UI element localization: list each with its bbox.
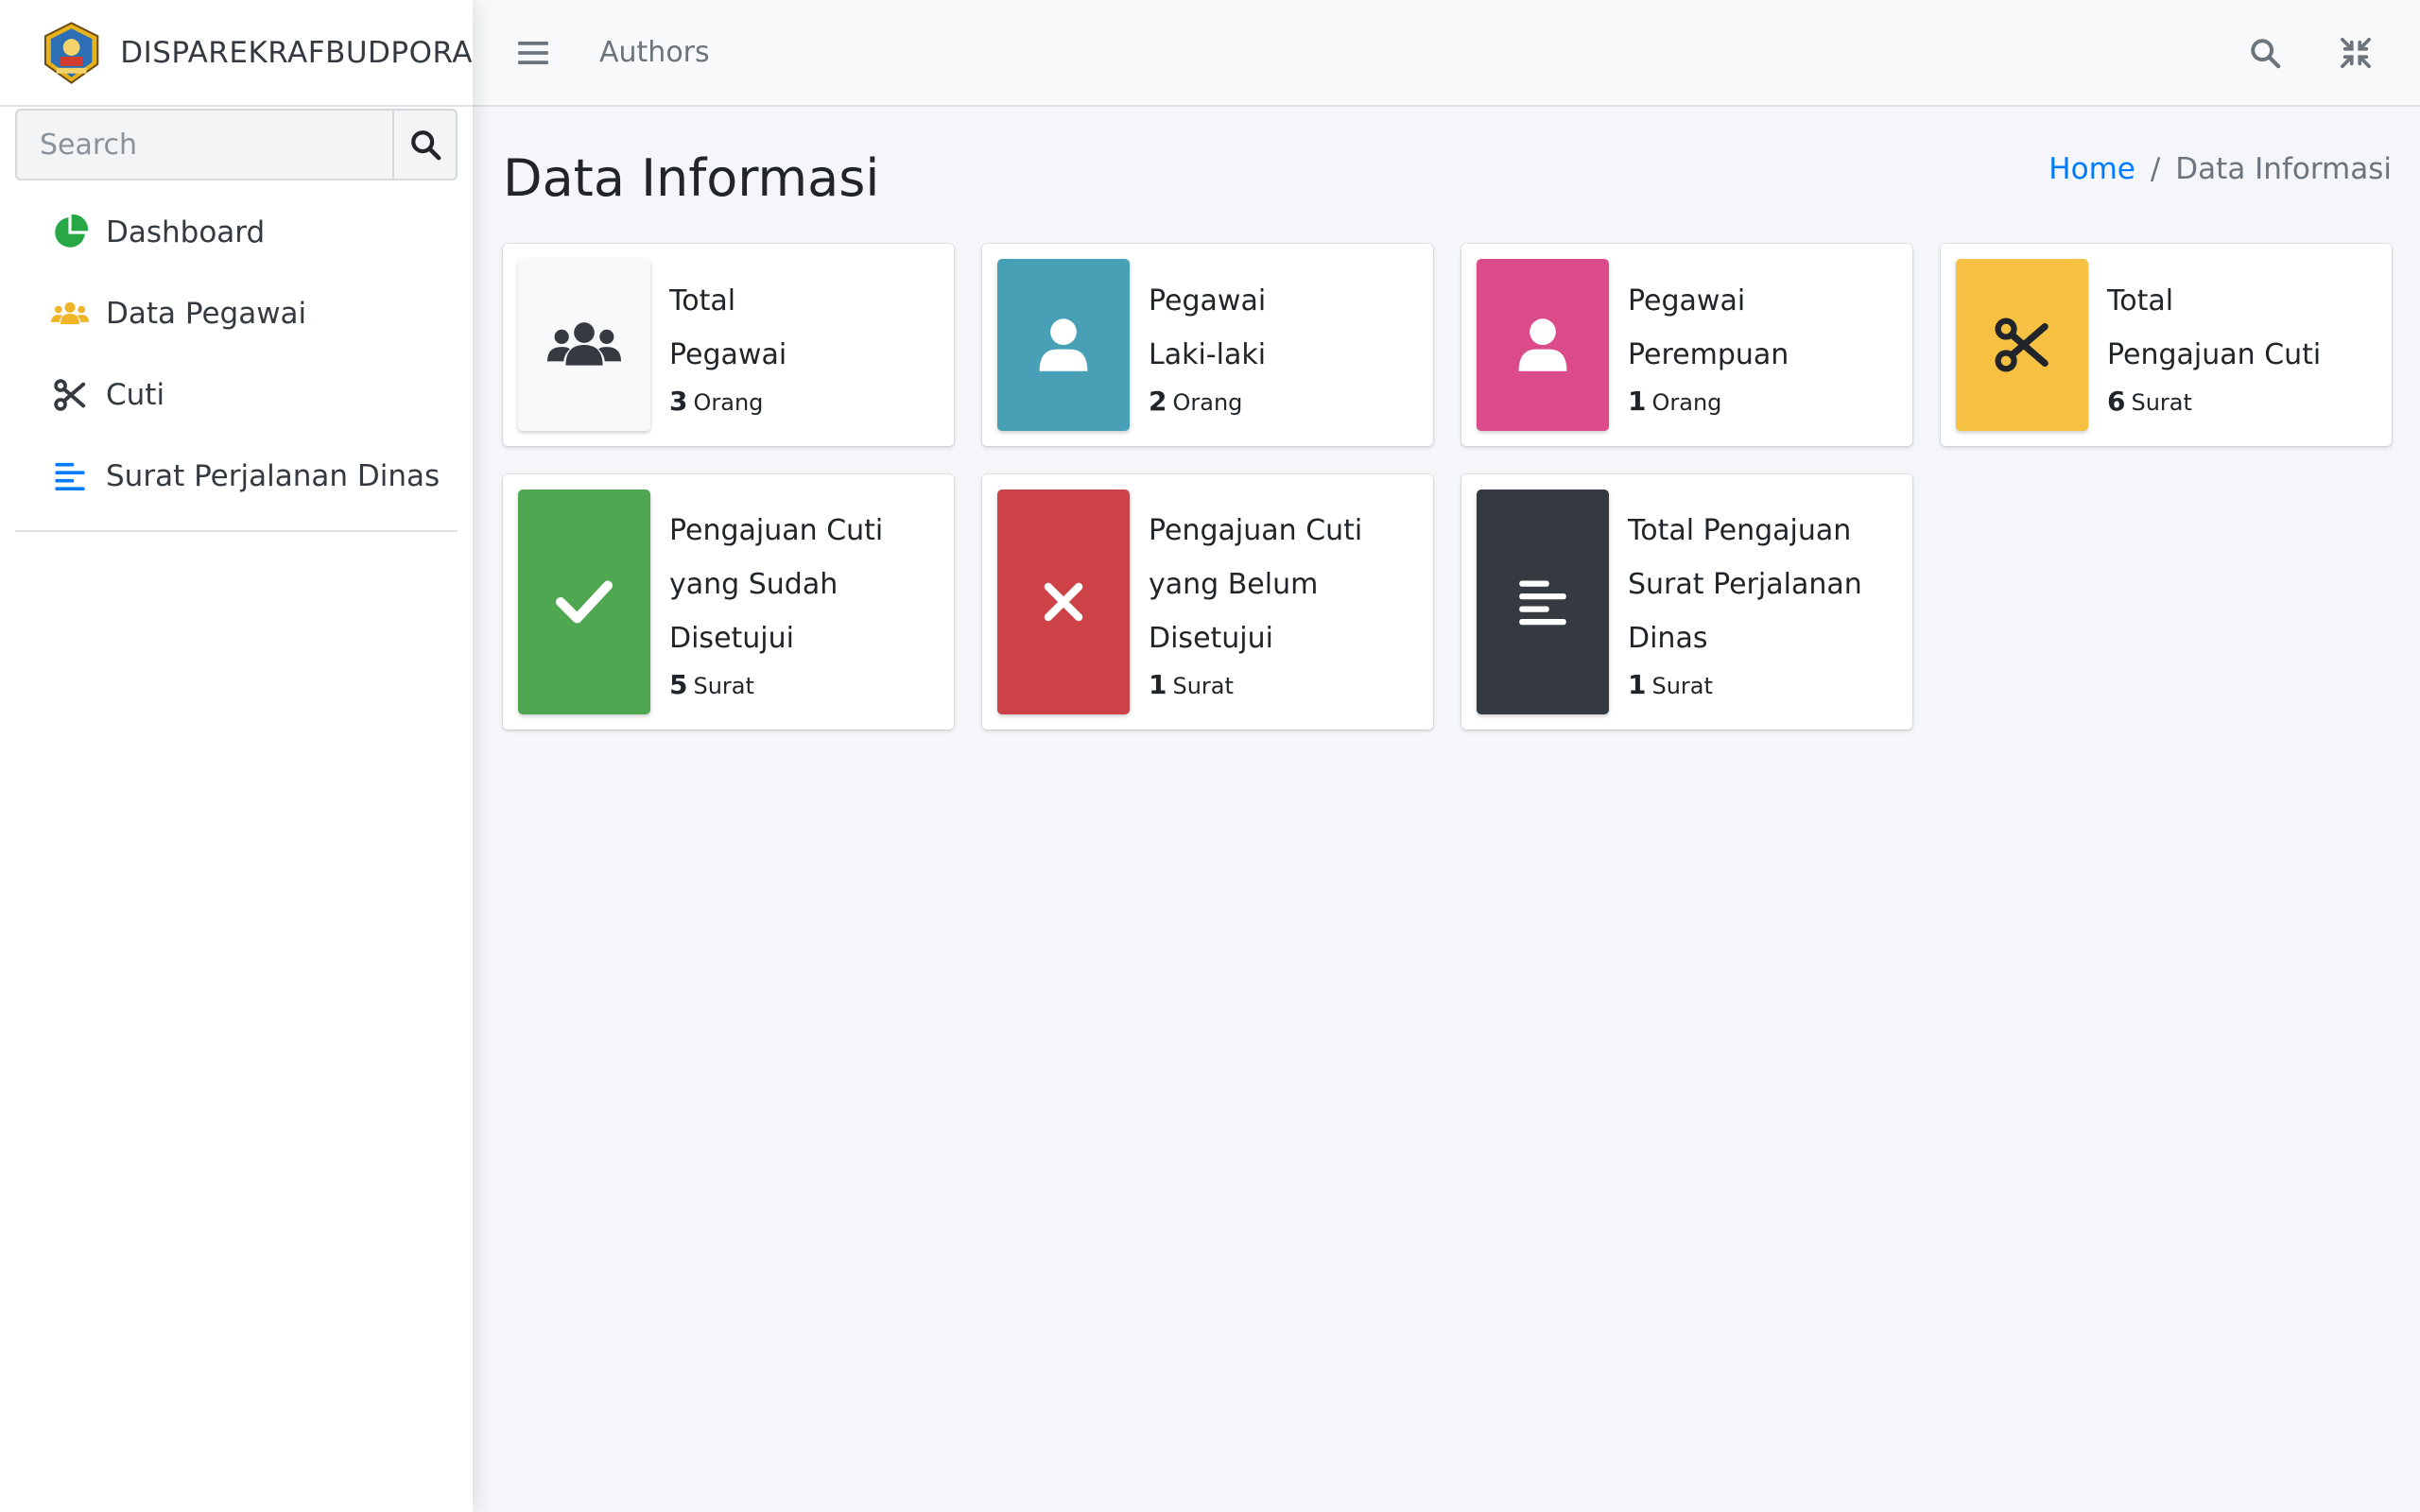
info-box-unit: Surat	[2131, 388, 2192, 416]
info-box-label: Dinas	[1628, 622, 1708, 655]
breadcrumb: Home / Data Informasi	[2048, 152, 2392, 186]
scissors-icon	[1995, 318, 2048, 372]
info-box-pegawai-laki-laki: Pegawai Laki-laki 2 Orang	[982, 244, 1433, 446]
info-box-value: 2 Orang	[1149, 386, 1266, 417]
align-left-icon	[1519, 580, 1566, 626]
info-box-label: Pegawai	[1149, 284, 1267, 318]
hamburger-icon	[518, 41, 548, 64]
info-box-icon	[1477, 490, 1609, 714]
sidebar-nav: Dashboard Data Pegawai Cuti Surat Perjal…	[15, 192, 458, 532]
navbar-right	[2201, 26, 2382, 79]
info-box-pegawai-perempuan: Pegawai Perempuan 1 Orang	[1461, 244, 1912, 446]
info-box-unit: Orang	[693, 388, 764, 416]
info-box-value: 6 Surat	[2107, 386, 2321, 417]
info-box-label: Laki-laki	[1149, 337, 1267, 371]
fullscreen-toggle-button[interactable]	[2329, 26, 2382, 79]
info-box-label: Perempuan	[1628, 337, 1789, 371]
info-box-cuti-sudah-disetujui: Pengajuan Cuti yang Sudah Disetujui 5 Sur…	[503, 474, 954, 730]
times-icon	[1044, 582, 1083, 622]
sidebar-item-dashboard[interactable]: Dashboard	[15, 192, 458, 273]
info-box-label: Disetujui	[1149, 622, 1273, 655]
info-box-label: yang Belum	[1149, 568, 1319, 601]
info-box-value: 5 Surat	[669, 669, 883, 700]
info-box-value: 3 Orang	[669, 386, 786, 417]
info-box-icon	[1477, 259, 1609, 431]
info-box-label: Disetujui	[669, 622, 794, 655]
content-header: Data Informasi Home / Data Informasi	[503, 107, 2392, 239]
info-box-number: 1	[1149, 669, 1167, 700]
info-box-value: 1 Surat	[1149, 669, 1362, 700]
info-box-number: 6	[2107, 385, 2126, 417]
info-box-label: Pengajuan Cuti	[669, 514, 884, 547]
info-box-total-pengajuan-cuti: Total Pengajuan Cuti 6 Surat	[1941, 244, 2392, 446]
info-box-number: 3	[669, 385, 688, 417]
users-icon	[547, 322, 621, 366]
info-box-label: Pegawai	[669, 337, 787, 371]
search-icon	[410, 130, 441, 161]
info-box-label: Total	[2107, 284, 2174, 318]
page-title: Data Informasi	[503, 147, 880, 208]
align-left-icon	[55, 462, 85, 491]
search-button[interactable]	[392, 111, 456, 179]
info-box-icon	[518, 490, 650, 714]
info-box-number: 1	[1628, 669, 1647, 700]
info-box-unit: Surat	[693, 673, 754, 699]
info-box-label: Total	[669, 284, 736, 318]
search-input[interactable]	[17, 111, 392, 179]
user-icon	[1039, 318, 1088, 371]
info-box-icon	[1956, 259, 2088, 431]
users-icon	[51, 301, 89, 325]
info-box-unit: Surat	[1172, 673, 1234, 699]
info-box-label: Pegawai	[1628, 284, 1746, 318]
compress-icon	[2340, 37, 2372, 68]
user-icon	[1518, 318, 1567, 371]
info-box-label: Surat Perjalanan	[1628, 568, 1862, 601]
main-content: Data Informasi Home / Data Informasi Tot…	[503, 107, 2392, 730]
info-box-number: 5	[669, 669, 688, 700]
info-box-number: 1	[1628, 385, 1647, 417]
info-box-label: yang Sudah	[669, 568, 838, 601]
info-box-label: Pengajuan Cuti	[2107, 337, 2322, 371]
sidebar: DISPAREKRAFBUDPORA Dashboard	[0, 0, 473, 1512]
sidebar-item-label: Dashboard	[106, 215, 266, 249]
authors-link[interactable]: Authors	[599, 36, 710, 69]
info-box-total-surat-perjalanan-dinas: Total Pengajuan Surat Perjalanan Dinas 1…	[1461, 474, 1912, 730]
navbar-search-button[interactable]	[2238, 26, 2291, 79]
breadcrumb-home-link[interactable]: Home	[2048, 152, 2135, 186]
info-box-unit: Orang	[1651, 388, 1722, 416]
sidebar-toggle-button[interactable]	[514, 34, 552, 72]
sidebar-item-cuti[interactable]: Cuti	[15, 354, 458, 436]
info-box-value: 1 Orang	[1628, 386, 1789, 417]
sidebar-item-label: Cuti	[106, 378, 165, 412]
search-icon	[2251, 38, 2281, 68]
breadcrumb-current: Data Informasi	[2175, 152, 2392, 186]
chart-pie-icon	[55, 215, 88, 248]
check-icon	[556, 580, 613, 624]
info-box-label: Pengajuan Cuti	[1149, 514, 1363, 547]
info-box-number: 2	[1149, 385, 1167, 417]
sidebar-item-surat-perjalanan-dinas[interactable]: Surat Perjalanan Dinas	[15, 436, 458, 517]
info-box-value: 1 Surat	[1628, 669, 1862, 700]
info-box-cuti-belum-disetujui: Pengajuan Cuti yang Belum Disetujui 1 Sur…	[982, 474, 1433, 730]
info-box-unit: Surat	[1651, 673, 1713, 699]
info-box-grid: Total Pegawai 3 Orang Pegawai Laki-laki 2…	[503, 244, 2392, 730]
breadcrumb-separator: /	[2150, 152, 2161, 186]
sidebar-search	[15, 109, 458, 180]
info-box-unit: Orang	[1172, 388, 1243, 416]
info-box-icon	[997, 490, 1130, 714]
sidebar-item-label: Surat Perjalanan Dinas	[106, 459, 441, 493]
scissors-icon	[54, 379, 86, 411]
info-box-icon	[518, 259, 650, 431]
brand-name: DISPAREKRAFBUDPORA	[120, 35, 473, 70]
info-box-label: Total Pengajuan	[1628, 514, 1852, 547]
info-box-icon	[997, 259, 1130, 431]
sidebar-item-label: Data Pegawai	[106, 297, 307, 331]
info-box-total-pegawai: Total Pegawai 3 Orang	[503, 244, 954, 446]
brand-link[interactable]: DISPAREKRAFBUDPORA	[0, 0, 473, 107]
sidebar-item-data-pegawai[interactable]: Data Pegawai	[15, 273, 458, 354]
brand-logo	[43, 21, 99, 84]
top-navbar: Authors	[473, 0, 2420, 107]
